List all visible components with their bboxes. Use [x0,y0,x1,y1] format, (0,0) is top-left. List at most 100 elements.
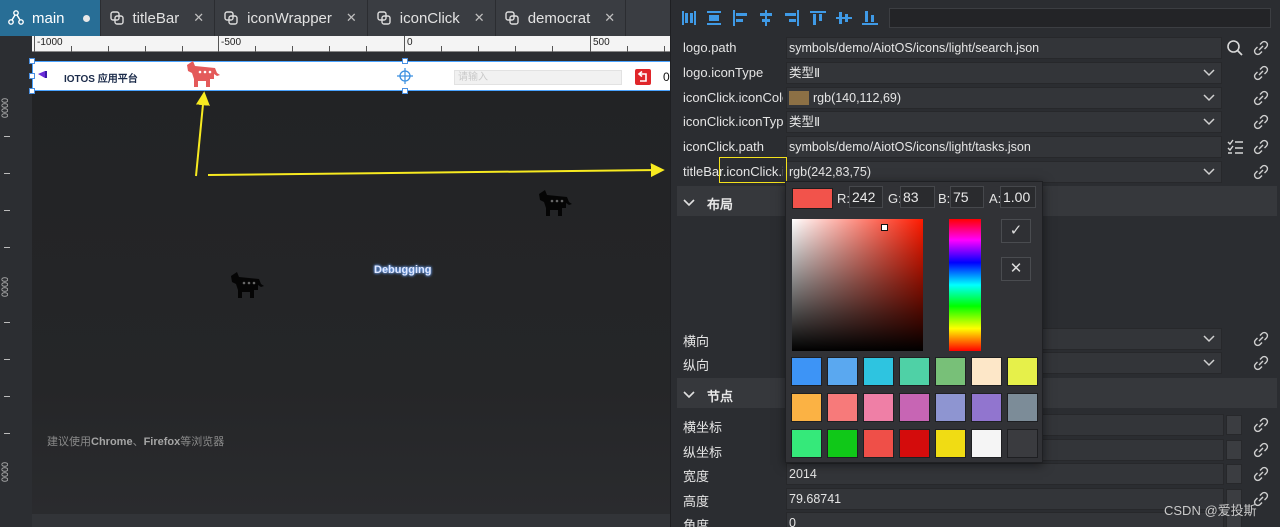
green-input[interactable]: 83 [900,186,935,208]
color-swatch[interactable] [827,393,858,422]
color-swatch[interactable] [791,429,822,458]
property-label: 宽度 [683,469,710,484]
link-icon[interactable] [1253,466,1269,482]
property-select[interactable]: 类型Ⅱ [786,111,1222,133]
color-swatch[interactable] [899,429,930,458]
align-left-icon[interactable] [730,8,750,28]
color-swatch[interactable] [827,357,858,386]
tab-iconwrapper[interactable]: iconWrapper ✕ [215,0,368,36]
link-icon[interactable] [1253,442,1269,458]
close-icon[interactable]: ✕ [474,10,485,26]
link-icon[interactable] [1253,355,1269,371]
tab-democrat[interactable]: democrat ✕ [496,0,627,36]
browser-hint: 建议使用Chrome、Firefox等浏览器 [47,433,224,449]
link-icon[interactable] [1253,90,1269,106]
link-icon[interactable] [1253,65,1269,81]
close-icon[interactable]: ✕ [604,10,615,26]
hint-firefox: Firefox [143,436,181,448]
hue-slider[interactable] [949,219,981,351]
link-icon[interactable] [1253,164,1269,180]
watermark: CSDN @爱投斯 [1164,503,1257,518]
color-swatch[interactable] [827,429,858,458]
symbol-icon [377,11,391,25]
blue-label: B: [938,191,951,206]
color-value-text: rgb(140,112,69) [813,91,902,105]
property-row: iconClick.path symbols/demo/AiotOS/icons… [670,135,1280,159]
color-swatch[interactable] [935,393,966,422]
hint-text: 建议使用 [47,436,91,448]
list-icon[interactable] [1226,138,1244,156]
symbol-icon [224,11,238,25]
property-select[interactable]: 类型Ⅱ [786,62,1222,84]
chevron-down-icon [1203,335,1215,343]
close-icon[interactable]: ✕ [193,10,204,26]
search-icon[interactable] [1226,39,1244,57]
number-spinner[interactable] [1226,464,1242,484]
close-icon[interactable]: ✕ [346,10,357,26]
chevron-down-icon [1203,118,1215,126]
color-swatch[interactable] [971,393,1002,422]
property-value-input[interactable]: symbols/demo/AiotOS/icons/light/search.j… [786,37,1222,59]
graph-canvas[interactable]: -1000 -500 0 500 0000 0000 0000 IOTOS 应用… [0,36,670,527]
democrat-donkey-icon[interactable] [227,269,267,301]
color-swatch[interactable] [791,357,822,386]
tab-main[interactable]: main [0,0,101,36]
color-value-select[interactable]: rgb(140,112,69) [786,87,1222,109]
number-input[interactable]: 2014 [786,463,1224,485]
link-icon[interactable] [1253,114,1269,130]
distribute-vertical-icon[interactable] [704,8,724,28]
link-icon[interactable] [1253,139,1269,155]
align-left-edges-icon[interactable] [678,8,698,28]
annotation-arrows [195,91,665,178]
color-swatch[interactable] [791,393,822,422]
color-swatch[interactable] [935,429,966,458]
color-swatch[interactable] [935,357,966,386]
color-swatch[interactable] [863,357,894,386]
tab-titlebar[interactable]: titleBar ✕ [101,0,216,36]
democrat-donkey-icon[interactable] [535,187,575,219]
align-center-icon[interactable] [756,8,776,28]
color-swatch[interactable] [863,429,894,458]
link-icon[interactable] [1253,417,1269,433]
section-title: 布局 [707,197,734,212]
saturation-value-area[interactable] [792,219,923,351]
select-value: 类型Ⅱ [789,115,821,129]
align-right-icon[interactable] [782,8,802,28]
property-value-input[interactable]: symbols/demo/AiotOS/icons/light/tasks.js… [786,136,1222,158]
tab-label: main [32,9,65,27]
blue-input[interactable]: 75 [950,186,984,208]
align-top-icon[interactable] [808,8,828,28]
number-spinner[interactable] [1226,440,1242,460]
current-color-preview [792,188,833,209]
number-spinner[interactable] [1226,415,1242,435]
modified-dot-icon [82,14,90,22]
align-middle-icon[interactable] [834,8,854,28]
sv-cursor[interactable] [881,224,888,231]
color-swatch[interactable] [1007,429,1038,458]
property-filter-input[interactable] [889,8,1271,28]
color-swatch[interactable] [971,357,1002,386]
link-icon[interactable] [1253,40,1269,56]
link-icon[interactable] [1253,331,1269,347]
color-swatch[interactable] [1007,357,1038,386]
color-swatch[interactable] [1007,393,1038,422]
color-swatch[interactable] [971,429,1002,458]
red-input[interactable]: 242 [849,186,883,208]
property-label: iconClick.path [683,139,764,154]
hint-text: 等浏览器 [180,436,225,448]
cancel-button[interactable]: ✕ [1001,257,1031,281]
chevron-down-icon [1203,69,1215,77]
color-swatch[interactable] [899,393,930,422]
align-bottom-icon[interactable] [860,8,880,28]
editor-tab-bar: main titleBar ✕ iconWrapper ✕ iconClick … [0,0,670,36]
alpha-input[interactable]: 1.00 [1000,186,1036,208]
color-swatch[interactable] [899,357,930,386]
number-input[interactable]: 79.68741 [786,488,1224,510]
debugging-label: Debugging [374,264,432,276]
hint-chrome: Chrome [91,436,133,448]
color-value-select[interactable]: rgb(242,83,75) [786,161,1222,183]
tab-iconclick[interactable]: iconClick ✕ [368,0,496,36]
number-input[interactable]: 0 [786,512,1224,527]
color-swatch[interactable] [863,393,894,422]
confirm-button[interactable]: ✓ [1001,219,1031,243]
